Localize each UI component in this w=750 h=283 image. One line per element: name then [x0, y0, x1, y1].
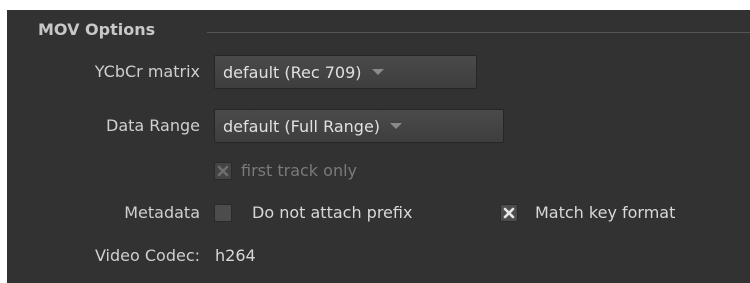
- video-codec-value: h264: [215, 246, 256, 265]
- ycbcr-matrix-dropdown[interactable]: default (Rec 709): [214, 55, 477, 89]
- metadata-label: Metadata: [124, 203, 200, 222]
- first-track-only-checkbox[interactable]: [214, 162, 232, 180]
- chevron-down-icon: [371, 69, 384, 75]
- chevron-down-icon: [390, 123, 403, 129]
- data-range-label: Data Range: [106, 116, 200, 135]
- data-range-value: default (Full Range): [223, 116, 381, 136]
- do-not-attach-prefix-label: Do not attach prefix: [252, 203, 413, 222]
- first-track-only-label: first track only: [241, 161, 357, 180]
- section-title: MOV Options: [38, 20, 156, 39]
- match-key-format-label: Match key format: [535, 203, 676, 222]
- section-divider: [207, 32, 750, 33]
- mov-options-panel: MOV Options YCbCr matrix default (Rec 70…: [7, 10, 750, 283]
- video-codec-label: Video Codec:: [94, 246, 200, 265]
- ycbcr-matrix-label: YCbCr matrix: [94, 62, 200, 81]
- match-key-format-checkbox[interactable]: [500, 204, 518, 222]
- check-x-icon: [217, 165, 229, 177]
- ycbcr-matrix-value: default (Rec 709): [223, 62, 362, 82]
- check-x-icon: [503, 207, 515, 219]
- data-range-dropdown[interactable]: default (Full Range): [214, 109, 504, 143]
- do-not-attach-prefix-checkbox[interactable]: [214, 204, 232, 222]
